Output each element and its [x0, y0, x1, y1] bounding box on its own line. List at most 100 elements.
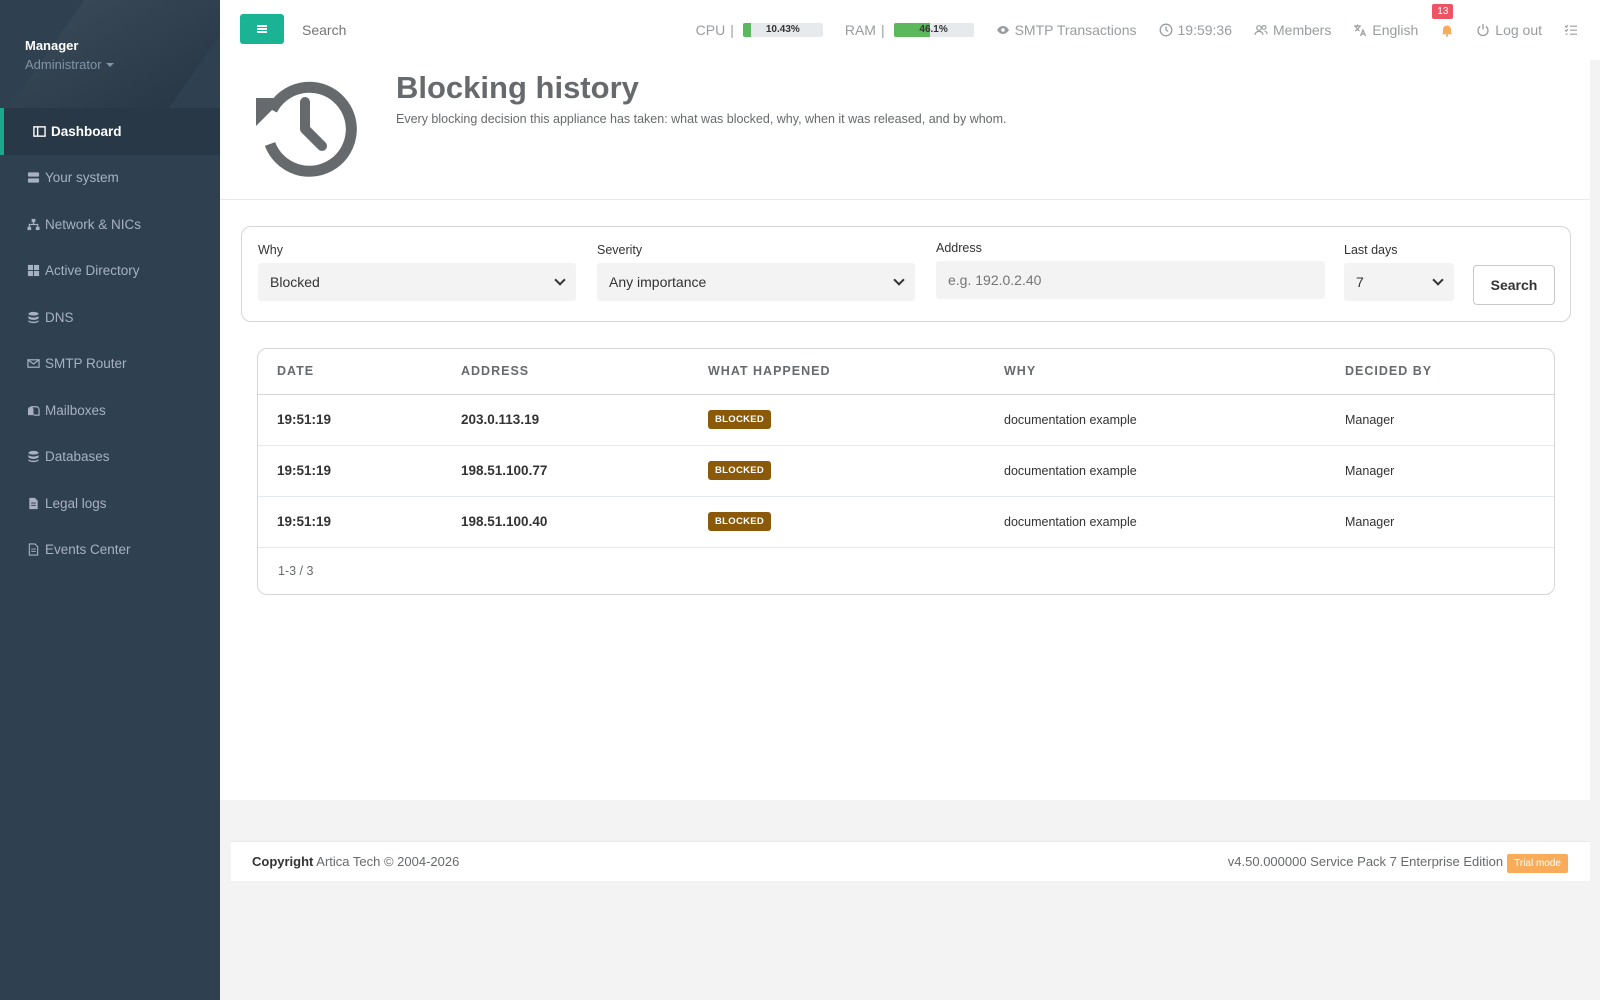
- copyright: Copyright Artica Tech © 2004-2026: [252, 854, 459, 869]
- chevron-down-icon: [893, 274, 905, 286]
- top-search-input[interactable]: [300, 18, 550, 42]
- cell-why: documentation example: [985, 445, 1326, 497]
- menu-toggle-button[interactable]: [240, 14, 284, 44]
- page-header: Blocking history Every blocking decision…: [220, 60, 1590, 200]
- server-icon: [26, 171, 40, 185]
- sidebar-item-label: Network & NICs: [45, 216, 142, 232]
- severity-filter: Severity Any importance: [597, 243, 915, 301]
- members-link[interactable]: Members: [1254, 22, 1331, 38]
- copyright-label: Copyright: [252, 854, 314, 869]
- language-selector[interactable]: English: [1353, 22, 1418, 38]
- sidebar-item-active-directory[interactable]: Active Directory: [0, 248, 220, 295]
- cell-decided-by: Manager: [1326, 496, 1554, 548]
- table-row[interactable]: 19:51:19 203.0.113.19 BLOCKED documentat…: [258, 394, 1554, 446]
- cpu-label: CPU: [695, 22, 726, 38]
- hamburger-icon: [257, 25, 267, 33]
- version-info: v4.50.000000 Service Pack 7 Enterprise E…: [1228, 854, 1568, 873]
- database-icon: [26, 310, 40, 324]
- sidebar-nav: Dashboard Your system Network & NICs Act…: [0, 108, 220, 573]
- ram-bar: 46.1%: [893, 23, 974, 37]
- cell-address: 198.51.100.77: [442, 445, 689, 497]
- windows-icon: [26, 264, 40, 278]
- last-days-selected-value: 7: [1356, 274, 1364, 290]
- sidebar-item-network[interactable]: Network & NICs: [0, 201, 220, 248]
- user-role-dropdown[interactable]: Administrator: [25, 57, 195, 72]
- search-button[interactable]: Search: [1473, 265, 1555, 305]
- notification-count-badge: 13: [1432, 4, 1454, 19]
- caret-down-icon: [105, 62, 114, 67]
- ram-label: RAM: [844, 22, 876, 38]
- logout-label: Log out: [1495, 22, 1542, 38]
- column-header-date[interactable]: DATE: [258, 349, 442, 395]
- sidebar-item-mailboxes[interactable]: Mailboxes: [0, 387, 220, 434]
- sidebar-item-dns[interactable]: DNS: [0, 294, 220, 341]
- file-list-icon: [26, 543, 40, 557]
- sidebar-item-label: Databases: [45, 449, 110, 465]
- address-input[interactable]: [936, 261, 1325, 299]
- ram-meter[interactable]: RAM | 46.1%: [845, 22, 974, 38]
- power-icon: [1477, 24, 1489, 37]
- users-icon: [1254, 25, 1268, 36]
- dashboard-icon: [32, 124, 46, 138]
- sidebar-item-smtp-router[interactable]: SMTP Router: [0, 341, 220, 388]
- sidebar-item-legal-logs[interactable]: Legal logs: [0, 480, 220, 527]
- table-row[interactable]: 19:51:19 198.51.100.77 BLOCKED documenta…: [258, 445, 1554, 497]
- pagination-info: 1-3 / 3: [278, 564, 314, 578]
- column-header-why[interactable]: WHY: [985, 349, 1326, 395]
- tasks-button[interactable]: [1564, 23, 1578, 37]
- cell-why: documentation example: [985, 496, 1326, 548]
- sidebar-item-label: Events Center: [45, 542, 131, 558]
- cpu-value: 10.43%: [765, 24, 800, 35]
- table-row[interactable]: 19:51:19 198.51.100.40 BLOCKED documenta…: [258, 496, 1554, 548]
- meter-separator: |: [880, 22, 885, 38]
- address-filter: Address: [936, 241, 1325, 299]
- network-icon: [26, 217, 40, 231]
- bell-icon: [1441, 25, 1453, 37]
- severity-label: Severity: [597, 243, 643, 257]
- sidebar-item-label: Legal logs: [45, 495, 107, 511]
- sidebar-item-dashboard[interactable]: Dashboard: [0, 108, 220, 155]
- cell-date: 19:51:19: [258, 496, 442, 548]
- sidebar-item-events-center[interactable]: Events Center: [0, 527, 220, 574]
- sidebar-item-your-system[interactable]: Your system: [0, 155, 220, 202]
- translate-icon: [1354, 24, 1367, 37]
- top-navbar: CPU | 10.43% RAM | 46.1% SMTP Transactio…: [220, 0, 1600, 60]
- user-name: Manager: [25, 38, 79, 53]
- cpu-meter[interactable]: CPU | 10.43%: [696, 22, 823, 38]
- why-selected-value: Blocked: [270, 274, 320, 290]
- clock-icon: [1159, 23, 1172, 37]
- sidebar-item-label: Active Directory: [45, 263, 140, 279]
- logout-button[interactable]: Log out: [1476, 22, 1542, 38]
- blocking-history-table: DATE ADDRESS WHAT HAPPENED WHY DECIDED B…: [257, 348, 1555, 595]
- column-header-what-happened[interactable]: WHAT HAPPENED: [689, 349, 985, 395]
- severity-select[interactable]: Any importance: [597, 263, 915, 301]
- why-filter: Why Blocked: [258, 243, 576, 301]
- cell-what-happened: BLOCKED: [689, 445, 985, 497]
- last-days-select[interactable]: 7: [1344, 263, 1454, 301]
- envelope-icon: [26, 357, 40, 371]
- cell-decided-by: Manager: [1326, 394, 1554, 446]
- filter-panel: Why Blocked Severity Any importance Addr…: [241, 226, 1571, 322]
- trial-mode-badge[interactable]: Trial mode: [1507, 854, 1568, 873]
- column-header-address[interactable]: ADDRESS: [442, 349, 689, 395]
- why-select[interactable]: Blocked: [258, 263, 576, 301]
- history-table: DATE ADDRESS WHAT HAPPENED WHY DECIDED B…: [258, 349, 1554, 548]
- chevron-down-icon: [554, 274, 566, 286]
- cell-date: 19:51:19: [258, 394, 442, 446]
- top-right-toolbar: CPU | 10.43% RAM | 46.1% SMTP Transactio…: [674, 0, 1578, 60]
- notifications-button[interactable]: 13: [1432, 4, 1454, 37]
- ram-value: 46.1%: [919, 24, 948, 35]
- status-badge: BLOCKED: [708, 410, 772, 429]
- sidebar-item-databases[interactable]: Databases: [0, 434, 220, 481]
- sidebar-item-label: Dashboard: [51, 123, 122, 139]
- severity-selected-value: Any importance: [609, 274, 707, 290]
- sidebar-item-label: Your system: [45, 170, 119, 186]
- column-header-decided-by[interactable]: DECIDED BY: [1326, 349, 1554, 395]
- history-icon: [256, 81, 357, 177]
- smtp-transactions-link[interactable]: SMTP Transactions: [996, 22, 1137, 38]
- meter-separator: |: [730, 22, 734, 38]
- sidebar-item-label: DNS: [45, 309, 74, 325]
- address-label: Address: [936, 241, 982, 255]
- eye-icon: [996, 26, 1009, 34]
- cell-why: documentation example: [985, 394, 1326, 446]
